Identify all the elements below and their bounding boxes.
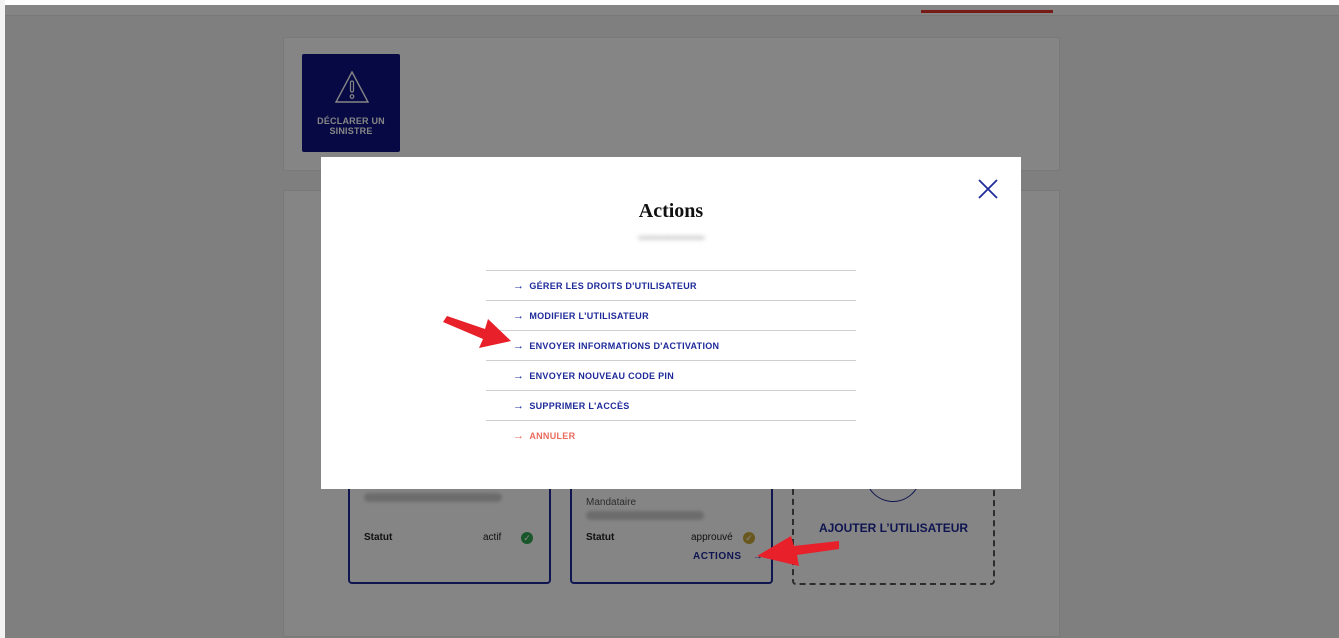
arrow-right-icon: → — [513, 279, 525, 292]
action-label: ENVOYER INFORMATIONS D'ACTIVATION — [529, 340, 720, 351]
action-list: → GÉRER LES DROITS D'UTILISATEUR → MODIF… — [486, 270, 856, 450]
arrow-right-icon: → — [513, 369, 525, 382]
send-new-pin-action[interactable]: → ENVOYER NOUVEAU CODE PIN — [486, 360, 856, 390]
annotation-arrow-icon — [757, 536, 839, 566]
cancel-action[interactable]: → ANNULER — [486, 420, 856, 450]
arrow-right-icon: → — [513, 309, 525, 322]
arrow-right-icon: → — [513, 429, 525, 442]
arrow-right-icon: → — [513, 339, 525, 352]
action-label: ENVOYER NOUVEAU CODE PIN — [529, 370, 675, 381]
modal-title: Actions — [638, 200, 704, 222]
manage-user-rights-action[interactable]: → GÉRER LES DROITS D'UTILISATEUR — [486, 270, 856, 300]
arrow-right-icon: → — [513, 399, 525, 412]
action-label: ANNULER — [529, 430, 576, 441]
action-label: MODIFIER L'UTILISATEUR — [529, 310, 649, 321]
user-email: ••••••••••••••••••••• — [638, 233, 705, 243]
remove-access-action[interactable]: → SUPPRIMER L'ACCÈS — [486, 390, 856, 420]
send-activation-info-action[interactable]: → ENVOYER INFORMATIONS D'ACTIVATION — [486, 330, 856, 360]
actions-modal: Actions ••••••••••••••••••••• → GÉRER LE… — [321, 157, 1021, 489]
action-label: GÉRER LES DROITS D'UTILISATEUR — [529, 280, 697, 291]
annotation-arrow-icon — [443, 316, 511, 348]
action-label: SUPPRIMER L'ACCÈS — [529, 400, 630, 411]
edit-user-action[interactable]: → MODIFIER L'UTILISATEUR — [486, 300, 856, 330]
close-icon[interactable] — [977, 178, 999, 200]
